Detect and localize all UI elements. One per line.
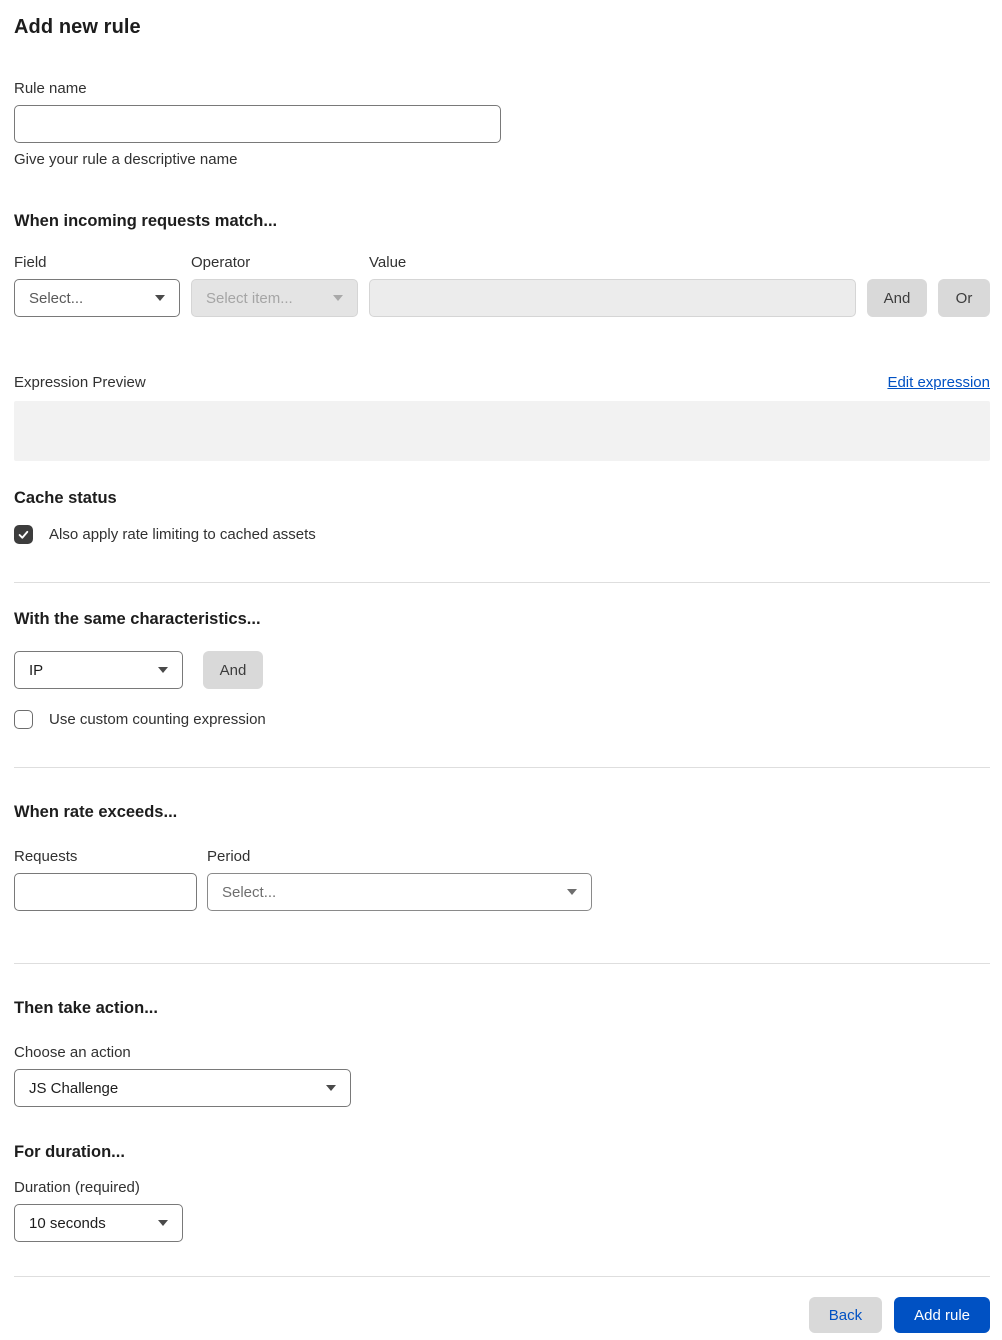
divider <box>14 1276 990 1277</box>
operator-dropdown: Select item... <box>191 279 358 317</box>
divider <box>14 963 990 964</box>
custom-counting-checkbox-label[interactable]: Use custom counting expression <box>49 711 266 728</box>
rule-name-label: Rule name <box>14 80 87 97</box>
cache-status-heading: Cache status <box>14 489 117 507</box>
duration-dropdown-value: 10 seconds <box>29 1214 106 1232</box>
checkmark-icon <box>18 530 29 539</box>
action-heading: Then take action... <box>14 999 158 1017</box>
period-dropdown[interactable]: Select... <box>207 873 592 911</box>
characteristics-heading: With the same characteristics... <box>14 610 261 628</box>
chevron-down-icon <box>158 667 168 673</box>
divider <box>14 767 990 768</box>
requests-input[interactable] <box>14 873 197 911</box>
operator-dropdown-value: Select item... <box>206 289 293 307</box>
expression-preview-label: Expression Preview <box>14 374 146 391</box>
characteristic-dropdown-value: IP <box>29 661 44 679</box>
chevron-down-icon <box>155 295 165 301</box>
match-section-heading: When incoming requests match... <box>14 212 278 230</box>
page-title: Add new rule <box>14 16 141 38</box>
duration-dropdown[interactable]: 10 seconds <box>14 1204 183 1242</box>
field-label: Field <box>14 254 47 271</box>
expression-preview-box <box>14 401 990 461</box>
rule-name-input[interactable] <box>14 105 501 143</box>
cache-status-checkbox-label[interactable]: Also apply rate limiting to cached asset… <box>49 526 316 543</box>
custom-counting-checkbox[interactable] <box>14 710 33 729</box>
chevron-down-icon <box>333 295 343 301</box>
value-input <box>369 279 856 317</box>
chevron-down-icon <box>326 1085 336 1091</box>
rule-name-helper: Give your rule a descriptive name <box>14 151 238 168</box>
edit-expression-link[interactable]: Edit expression <box>887 374 990 391</box>
action-dropdown-value: JS Challenge <box>29 1079 119 1097</box>
field-dropdown-value: Select... <box>29 289 84 307</box>
period-dropdown-value: Select... <box>222 883 277 901</box>
period-label: Period <box>207 848 251 865</box>
divider <box>14 582 990 583</box>
field-dropdown[interactable]: Select... <box>14 279 180 317</box>
duration-heading: For duration... <box>14 1143 125 1161</box>
or-button[interactable]: Or <box>938 279 990 317</box>
rate-heading: When rate exceeds... <box>14 803 178 821</box>
requests-label: Requests <box>14 848 78 865</box>
duration-label: Duration (required) <box>14 1179 140 1196</box>
add-rule-form: Add new rule Rule name Give your rule a … <box>0 0 1002 1333</box>
value-label: Value <box>369 254 407 271</box>
back-button[interactable]: Back <box>808 1297 883 1333</box>
cache-status-checkbox[interactable] <box>14 525 33 544</box>
chevron-down-icon <box>567 889 577 895</box>
operator-label: Operator <box>191 254 251 271</box>
characteristic-and-button[interactable]: And <box>203 651 263 689</box>
characteristic-dropdown[interactable]: IP <box>14 651 183 689</box>
chevron-down-icon <box>158 1220 168 1226</box>
action-dropdown[interactable]: JS Challenge <box>14 1069 351 1107</box>
and-button[interactable]: And <box>867 279 927 317</box>
choose-action-label: Choose an action <box>14 1044 131 1061</box>
add-rule-button[interactable]: Add rule <box>894 1297 990 1333</box>
